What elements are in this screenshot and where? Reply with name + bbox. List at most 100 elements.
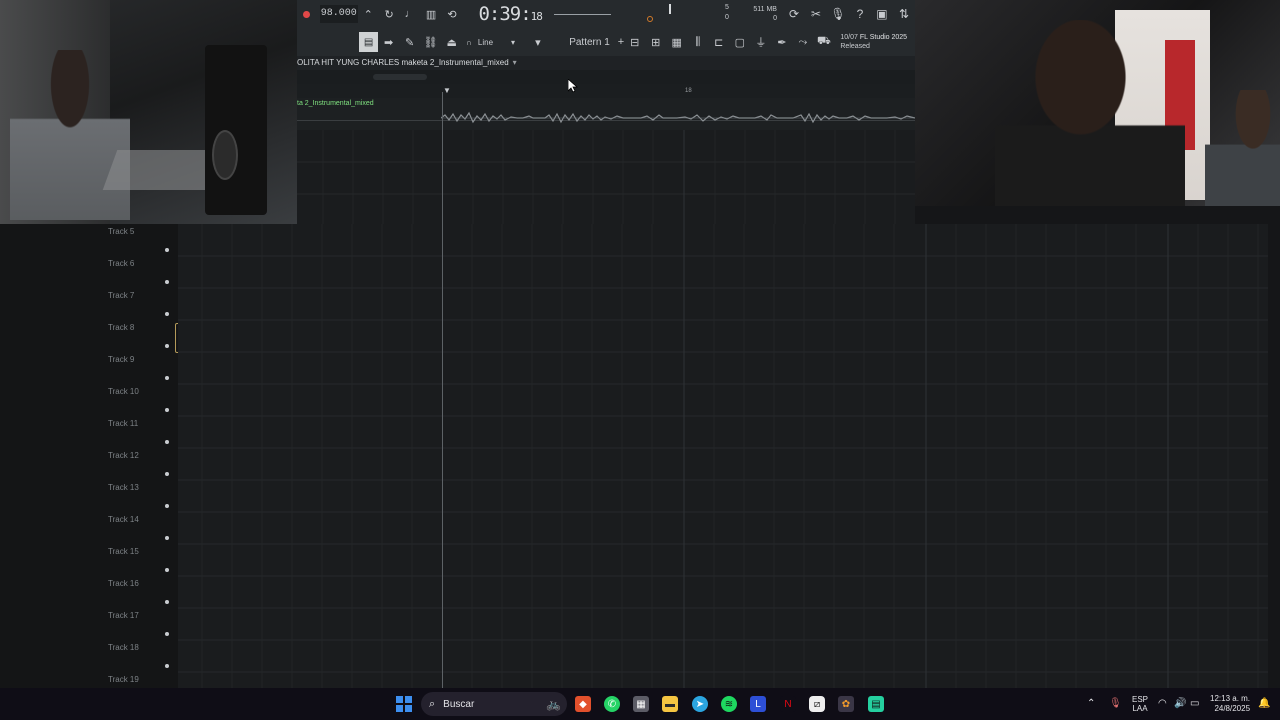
pitch-knob-icon[interactable] [647, 16, 654, 22]
record-button[interactable] [303, 10, 310, 18]
playlist-grid[interactable] [178, 224, 1268, 688]
track-enable-dot[interactable] [165, 472, 169, 476]
mixer-icon[interactable]: ⇅ [893, 4, 915, 24]
microphone-tray-icon[interactable]: 🎙 [1109, 698, 1122, 709]
playlist-vertical-scrollbar[interactable] [1268, 224, 1280, 688]
tools-icon[interactable]: ✂ [805, 4, 827, 24]
language-indicator[interactable]: ESP LAA [1132, 695, 1148, 713]
playlist-icon[interactable]: ▦ [666, 32, 687, 52]
audio-clip-track[interactable]: ta 2_Instrumental_mixed [297, 98, 915, 130]
fl-studio-icon[interactable]: ✿ [838, 696, 854, 712]
track-header[interactable]: Track 8 [0, 320, 178, 352]
store-icon[interactable]: ▦ [633, 696, 649, 712]
arrow-icon[interactable]: ➡ [378, 32, 399, 52]
track-header[interactable]: Track 9 [0, 352, 178, 384]
track-header[interactable]: Track 15 [0, 544, 178, 576]
stamp-icon[interactable]: ⏏ [441, 32, 462, 52]
loop-record-icon[interactable]: ⟲ [442, 4, 463, 24]
netflix-icon[interactable]: N [780, 696, 796, 712]
taskbar-clock[interactable]: 12:13 a. m. 24/8/2025 [1210, 694, 1250, 714]
show-hidden-icons-chevron-icon[interactable]: ⌃ [1087, 698, 1095, 709]
track-header[interactable]: Track 17 [0, 608, 178, 640]
countdown-icon[interactable]: ♩ [400, 4, 421, 24]
step-edit-icon[interactable]: ▥ [421, 4, 442, 24]
track-enable-dot[interactable] [165, 248, 169, 252]
track-enable-dot[interactable] [165, 376, 169, 380]
pencil-icon[interactable]: ✎ [399, 32, 420, 52]
track-enable-dot[interactable] [165, 408, 169, 412]
track-enable-dot[interactable] [165, 568, 169, 572]
track-header[interactable]: Track 13 [0, 480, 178, 512]
track-header[interactable]: Track 16 [0, 576, 178, 608]
app-icon[interactable]: ▤ [868, 696, 884, 712]
help-icon[interactable]: ? [849, 4, 871, 24]
playhead-marker-icon[interactable]: ▼ [443, 86, 451, 95]
track-header[interactable]: Track 7 [0, 288, 178, 320]
track-header[interactable]: Track 18 [0, 640, 178, 672]
l-app-icon[interactable]: L [750, 696, 766, 712]
track-enable-dot[interactable] [165, 664, 169, 668]
project-icon[interactable]: ▢ [729, 32, 750, 52]
channel-rack-icon[interactable]: ⊟ [624, 32, 645, 52]
cpu-meters: 5 0 [647, 0, 747, 28]
track-header[interactable]: Track 6 [0, 256, 178, 288]
paint-icon[interactable]: ⤳ [792, 32, 813, 52]
plugin-icon[interactable]: ⏚ [750, 32, 771, 52]
track-enable-dot[interactable] [165, 536, 169, 540]
track-header-panel: Track 5 Track 6 Track 7 Track 8 Track 9 … [0, 224, 178, 688]
volume-icon[interactable]: 🔊 [1174, 698, 1186, 709]
spotify-icon[interactable]: ≋ [721, 696, 737, 712]
pattern-selector[interactable]: Pattern 1 [549, 33, 614, 51]
track-enable-dot[interactable] [165, 344, 169, 348]
news-panel[interactable]: 10/07 FL Studio 2025 Released [840, 33, 915, 51]
scroll-thumb[interactable] [373, 74, 427, 80]
playlist-horizontal-scrollbar[interactable] [297, 70, 915, 84]
track-header[interactable]: Track 14 [0, 512, 178, 544]
undo-history-icon[interactable]: ⟳ [783, 4, 805, 24]
feather-icon[interactable]: ✒ [771, 32, 792, 52]
microphone-icon[interactable]: 🎙 [827, 4, 849, 24]
master-waveform [553, 13, 612, 15]
capcut-icon[interactable]: ⧄ [809, 696, 825, 712]
browser-icon[interactable]: ⊏ [708, 32, 729, 52]
file-explorer-icon[interactable]: ▬ [662, 696, 678, 712]
piano-roll-icon[interactable]: ⊞ [645, 32, 666, 52]
pattern-dropdown-icon[interactable]: ▾ [533, 32, 543, 52]
wifi-icon[interactable]: ◠ [1158, 698, 1167, 709]
link-icon[interactable]: ⛓ [420, 32, 441, 52]
bar-number: 18 [685, 88, 692, 94]
telegram-icon[interactable]: ➤ [692, 696, 708, 712]
track-enable-dot[interactable] [165, 280, 169, 284]
playlist-title[interactable]: OLITA HIT YUNG CHARLES maketa 2_Instrume… [297, 56, 915, 70]
track-enable-dot[interactable] [165, 632, 169, 636]
grid-lines [178, 224, 1268, 688]
metronome-icon[interactable]: ⌃ [358, 4, 379, 24]
playlist-mode-button[interactable]: ▤ [359, 32, 379, 52]
track-enable-dot[interactable] [165, 504, 169, 508]
battery-icon[interactable]: ▭ [1190, 698, 1199, 709]
save-icon[interactable]: ▣ [871, 4, 893, 24]
taskbar-search[interactable]: ⌕ Buscar 🚲 [421, 692, 567, 716]
grid-lines-upper [297, 130, 915, 226]
track-header[interactable]: Track 11 [0, 416, 178, 448]
cart-icon[interactable]: ⛟ [813, 32, 834, 52]
timeline-ruler[interactable]: ▼ 18 [297, 84, 915, 98]
whatsapp-icon[interactable]: ✆ [604, 696, 620, 712]
tempo-display[interactable]: 98.000 [319, 5, 358, 23]
chevron-down-icon: ▾ [512, 58, 517, 67]
wait-input-icon[interactable]: ↻ [379, 4, 400, 24]
brave-browser-icon[interactable]: ◆ [575, 696, 591, 712]
track-enable-dot[interactable] [165, 440, 169, 444]
playlist-grid-upper[interactable] [297, 130, 915, 226]
track-header[interactable]: Track 12 [0, 448, 178, 480]
track-enable-dot[interactable] [165, 600, 169, 604]
time-display[interactable]: 0:39:18 [478, 3, 542, 25]
track-header[interactable]: Track 5 [0, 224, 178, 256]
track-header[interactable]: Track 10 [0, 384, 178, 416]
mixer-window-icon[interactable]: ⫼ [687, 32, 708, 52]
notification-bell-icon[interactable]: 🔔 [1258, 698, 1270, 709]
windows-start-icon[interactable] [396, 696, 412, 712]
track-enable-dot[interactable] [165, 312, 169, 316]
audio-waveform[interactable] [441, 110, 915, 126]
snap-selector[interactable]: ∩ Line ▾ [466, 38, 533, 47]
